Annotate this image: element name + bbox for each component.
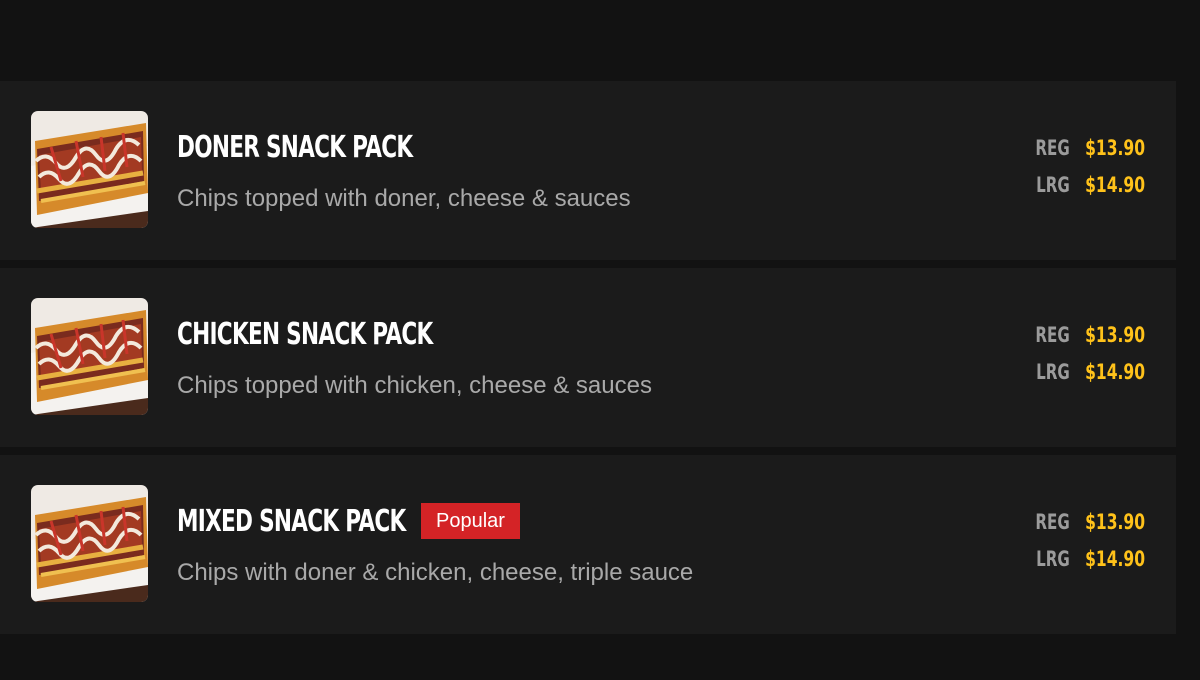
item-description: Chips topped with doner, cheese & sauces [177,185,631,212]
menu-list: DONER SNACK PACK Chips topped with doner… [0,81,1176,642]
item-description: Chips with doner & chicken, cheese, trip… [177,559,694,586]
price-amount: $13.90 [1085,136,1145,160]
price-size-label: REG [1035,510,1070,534]
item-name: DONER SNACK PACK [177,129,413,165]
item-name: CHICKEN SNACK PACK [177,316,433,352]
price-size-label: LRG [1036,547,1070,571]
menu-item-mixed-snack-pack[interactable]: MIXED SNACK PACK Popular Chips with done… [0,455,1176,634]
price-row-reg[interactable]: REG $13.90 [1035,136,1145,173]
price-row-lrg[interactable]: LRG $14.90 [1035,173,1145,210]
price-amount: $13.90 [1085,510,1145,534]
price-size-label: REG [1035,136,1070,160]
price-row-reg[interactable]: REG $13.90 [1035,323,1145,360]
price-amount: $13.90 [1085,323,1145,347]
price-amount: $14.90 [1085,173,1145,197]
item-name-row: CHICKEN SNACK PACK [177,314,532,354]
item-name: MIXED SNACK PACK [177,503,406,539]
price-size-label: LRG [1036,360,1070,384]
price-amount: $14.90 [1085,360,1145,384]
menu-item-doner-snack-pack[interactable]: DONER SNACK PACK Chips topped with doner… [0,81,1176,260]
snack-pack-photo-graphic [31,298,148,415]
item-description: Chips topped with chicken, cheese & sauc… [177,372,652,399]
price-size-label: LRG [1036,173,1070,197]
snack-pack-photo[interactable] [31,111,148,228]
snack-pack-photo[interactable] [31,298,148,415]
price-size-label: REG [1035,323,1070,347]
snack-pack-photo-graphic [31,485,148,602]
snack-pack-photo[interactable] [31,485,148,602]
price-row-lrg[interactable]: LRG $14.90 [1035,360,1145,397]
price-list: REG $13.90 LRG $14.90 [1035,323,1145,397]
price-amount: $14.90 [1085,547,1145,571]
snack-pack-photo-graphic [31,111,148,228]
price-row-lrg[interactable]: LRG $14.90 [1035,547,1145,584]
item-name-row: MIXED SNACK PACK Popular [177,501,520,541]
price-list: REG $13.90 LRG $14.90 [1035,136,1145,210]
price-row-reg[interactable]: REG $13.90 [1035,510,1145,547]
item-name-row: DONER SNACK PACK [177,127,504,167]
price-list: REG $13.90 LRG $14.90 [1035,510,1145,584]
menu-item-chicken-snack-pack[interactable]: CHICKEN SNACK PACK Chips topped with chi… [0,268,1176,447]
popular-badge: Popular [421,503,520,539]
